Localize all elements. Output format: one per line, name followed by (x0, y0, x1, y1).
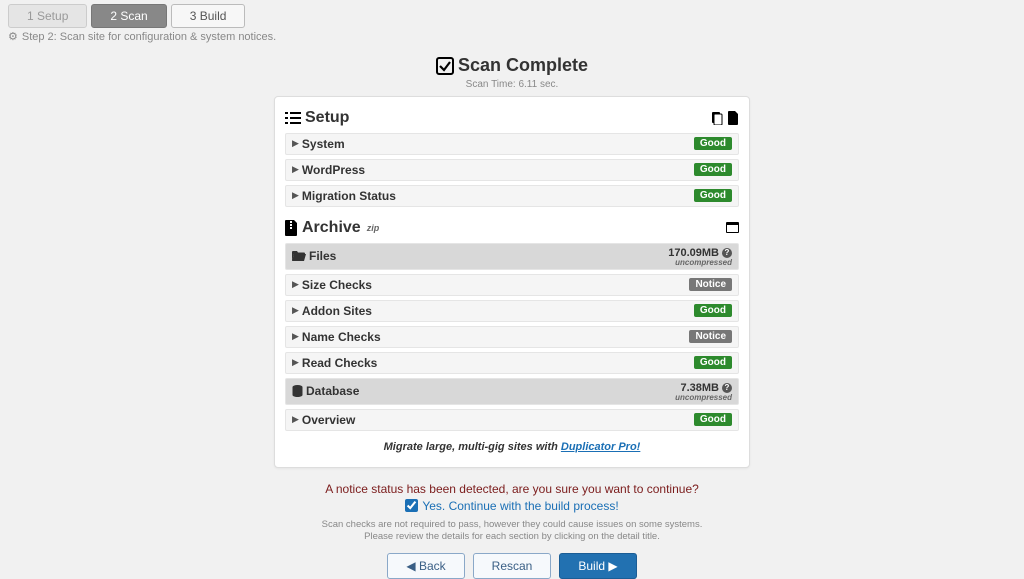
status-badge: Notice (689, 278, 732, 291)
help-icon[interactable]: ? (722, 383, 732, 393)
caret-right-icon: ▶ (292, 357, 299, 368)
gear-icon: ⚙ (8, 30, 18, 43)
rescan-button[interactable]: Rescan (473, 553, 552, 579)
list-icon (285, 110, 301, 126)
tab-scan[interactable]: 2 Scan (91, 4, 166, 28)
wizard-tabs: 1 Setup 2 Scan 3 Build (0, 0, 1024, 28)
confirm-checkbox[interactable] (405, 499, 418, 512)
step-description: ⚙ Step 2: Scan site for configuration & … (0, 28, 1024, 51)
database-subheader[interactable]: Database 7.38MB? uncompressed (285, 378, 739, 405)
row-read-checks[interactable]: ▶Read Checks Good (285, 352, 739, 374)
status-badge: Good (694, 356, 732, 369)
confirm-continue[interactable]: Yes. Continue with the build process! (274, 499, 750, 513)
folder-open-icon (292, 251, 306, 262)
clipboard-icon[interactable] (711, 111, 723, 125)
row-migration-status[interactable]: ▶Migration Status Good (285, 185, 739, 207)
caret-right-icon: ▶ (292, 138, 299, 149)
build-button[interactable]: Build ▶ (559, 553, 636, 579)
promo-text: Migrate large, multi-gig sites with Dupl… (285, 441, 739, 453)
checkbox-icon (436, 57, 454, 75)
help-icon[interactable]: ? (722, 248, 732, 258)
database-icon (292, 385, 303, 397)
notice-message: A notice status has been detected, are y… (274, 482, 750, 496)
row-addon-sites[interactable]: ▶Addon Sites Good (285, 300, 739, 322)
row-name-checks[interactable]: ▶Name Checks Notice (285, 326, 739, 348)
caret-right-icon: ▶ (292, 305, 299, 316)
status-badge: Good (694, 163, 732, 176)
scan-complete-title: Scan Complete (436, 55, 588, 76)
tab-build[interactable]: 3 Build (171, 4, 246, 28)
duplicator-pro-link[interactable]: Duplicator Pro! (561, 441, 640, 453)
status-badge: Good (694, 304, 732, 317)
archive-section-title: Archivezip (285, 219, 379, 237)
row-overview[interactable]: ▶Overview Good (285, 409, 739, 431)
results-panel: Setup ▶System Good ▶WordPress Good ▶Migr… (274, 96, 750, 468)
files-subheader[interactable]: Files 170.09MB? uncompressed (285, 243, 739, 270)
file-export-icon[interactable] (727, 111, 739, 125)
row-size-checks[interactable]: ▶Size Checks Notice (285, 274, 739, 296)
caret-right-icon: ▶ (292, 190, 299, 201)
caret-right-icon: ▶ (292, 414, 299, 425)
window-icon[interactable] (726, 222, 739, 233)
row-system[interactable]: ▶System Good (285, 133, 739, 155)
caret-right-icon: ▶ (292, 164, 299, 175)
setup-section-title: Setup (285, 109, 349, 127)
row-wordpress[interactable]: ▶WordPress Good (285, 159, 739, 181)
status-badge: Good (694, 189, 732, 202)
file-archive-icon (285, 220, 298, 236)
status-badge: Notice (689, 330, 732, 343)
scan-time: Scan Time: 6.11 sec. (274, 79, 750, 90)
tab-setup[interactable]: 1 Setup (8, 4, 87, 28)
caret-right-icon: ▶ (292, 331, 299, 342)
back-button[interactable]: ◀ Back (387, 553, 464, 579)
status-badge: Good (694, 137, 732, 150)
help-text: Scan checks are not required to pass, ho… (274, 519, 750, 544)
status-badge: Good (694, 413, 732, 426)
caret-right-icon: ▶ (292, 279, 299, 290)
